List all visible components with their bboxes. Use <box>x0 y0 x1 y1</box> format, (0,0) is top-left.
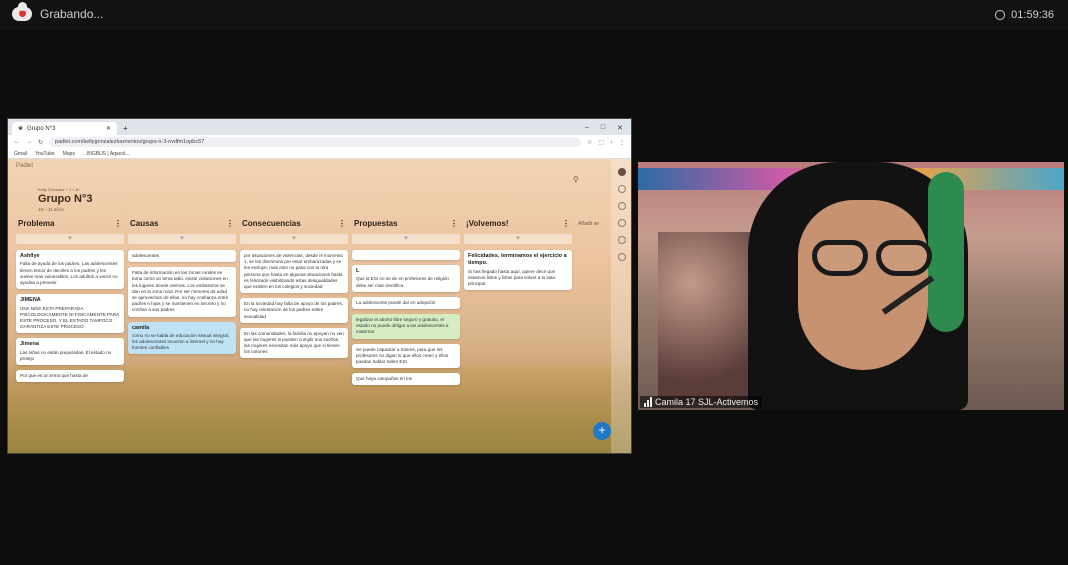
recording-label: Grabando... <box>40 7 104 21</box>
remake-icon[interactable] <box>618 253 626 261</box>
cloud-record-icon <box>12 2 32 21</box>
post-card[interactable]: legalizar el aborto libre seguro y gratu… <box>352 313 460 339</box>
post-card[interactable]: Ashllye Falta de ayuda de los padres. Las… <box>16 250 124 290</box>
post-card[interactable]: Falta de información en las zonas rurale… <box>128 267 236 317</box>
clock-icon <box>995 10 1006 20</box>
address-bar-row: ← → ↻ padlet.com/kellygonzalezbarrientos… <box>8 135 631 149</box>
extensions-icon[interactable]: ⬚ <box>598 139 604 146</box>
signal-strength-icon <box>644 397 652 407</box>
bookmark-maps[interactable]: Maps <box>63 151 75 157</box>
padlet-logo[interactable]: Padlet <box>16 163 33 169</box>
post-card[interactable]: La adolescente puede dar en adopción <box>352 296 460 309</box>
share-icon[interactable] <box>618 202 626 210</box>
bookmarks-bar: Gmail YouTube Maps ...BIGBUS | Aqacol... <box>8 149 631 159</box>
add-column-button[interactable]: Añadir se <box>578 221 599 227</box>
slideshow-icon[interactable] <box>618 236 626 244</box>
post-card[interactable]: En las comunidades, la familia no apoyan… <box>240 327 348 359</box>
column-header[interactable]: Causas ⋮ <box>128 219 236 228</box>
column-header[interactable]: Problema ⋮ <box>16 219 124 228</box>
column-menu-icon: ⋮ <box>562 219 570 228</box>
column-header[interactable]: ¡Volvemos! ⋮ <box>464 219 572 228</box>
add-post-button[interactable]: + <box>240 234 348 244</box>
board-title: Grupo N°3 <box>38 193 93 205</box>
board-subtitle: 18 – 11 años <box>38 207 64 212</box>
window-controls: – □ ✕ <box>577 124 631 135</box>
column-propuestas: Propuestas ⋮ + L Que la ESI no se de en pr… <box>352 219 460 390</box>
column-menu-icon: ⋮ <box>226 219 234 228</box>
participant-image <box>728 162 968 410</box>
participant-name-tag: Camila 17 SJL-Activemos <box>640 396 763 408</box>
reaction-icon[interactable] <box>618 185 626 193</box>
add-post-fab-button[interactable]: + <box>593 422 611 440</box>
add-post-button[interactable]: + <box>352 234 460 244</box>
padlet-side-rail <box>611 159 631 453</box>
add-post-button[interactable]: + <box>16 234 124 244</box>
column-consecuencias: Consecuencias ⋮ + por situaciones de viol… <box>240 219 348 363</box>
forward-icon[interactable]: → <box>26 139 32 145</box>
back-icon[interactable]: ← <box>14 139 20 145</box>
download-icon[interactable]: ↓ <box>610 139 613 145</box>
participant-name: Camila 17 SJL-Activemos <box>655 397 759 407</box>
column-causas: Causas ⋮ + adolescentes Falta de informac… <box>128 219 236 359</box>
post-card[interactable] <box>352 250 460 260</box>
bookmark-gmail[interactable]: Gmail <box>14 151 27 157</box>
meeting-top-bar: Grabando... 01:59:36 <box>0 0 1068 30</box>
column-menu-icon: ⋮ <box>114 219 122 228</box>
user-avatar[interactable] <box>618 168 626 176</box>
reload-icon[interactable]: ↻ <box>38 139 43 146</box>
bookmark-other[interactable]: ...BIGBUS | Aqacol... <box>83 151 129 157</box>
post-card[interactable]: Felicidades, terminamos el ejercicio a t… <box>464 250 572 291</box>
browser-tab[interactable]: ❀ Grupo N°3 ✕ <box>12 122 117 135</box>
meeting-timer: 01:59:36 <box>995 9 1054 21</box>
padlet-favicon-icon: ❀ <box>18 126 24 132</box>
bookmark-star-icon[interactable]: ☆ <box>587 139 592 146</box>
close-tab-icon[interactable]: ✕ <box>106 125 111 132</box>
menu-dots-icon[interactable]: ⋮ <box>619 139 625 146</box>
browser-tab-strip: ❀ Grupo N°3 ✕ + – □ ✕ <box>8 119 631 135</box>
participant-video-tile[interactable]: Camila 17 SJL-Activemos <box>638 162 1064 410</box>
post-card[interactable]: L Que la ESI no se de en profesores de re… <box>352 265 460 292</box>
close-window-icon[interactable]: ✕ <box>617 124 623 132</box>
post-card[interactable]: Se puede capacitar a tutores, para que l… <box>352 343 460 369</box>
bookmark-youtube[interactable]: YouTube <box>35 151 55 157</box>
recording-indicator[interactable]: Grabando... <box>12 2 104 21</box>
post-card[interactable]: por situaciones de violencias, desde el … <box>240 250 348 294</box>
shared-screen-browser: ❀ Grupo N°3 ✕ + – □ ✕ ← → ↻ padlet.com/k… <box>7 118 632 454</box>
column-header[interactable]: Propuestas ⋮ <box>352 219 460 228</box>
column-volvemos: ¡Volvemos! ⋮ + Felicidades, terminamos el… <box>464 219 572 295</box>
add-post-button[interactable]: + <box>464 234 572 244</box>
column-menu-icon: ⋮ <box>338 219 346 228</box>
minimize-icon[interactable]: – <box>585 124 589 132</box>
post-card[interactable]: adolescentes <box>128 250 236 263</box>
column-menu-icon: ⋮ <box>450 219 458 228</box>
column-header[interactable]: Consecuencias ⋮ <box>240 219 348 228</box>
timer-value: 01:59:36 <box>1011 9 1054 21</box>
settings-icon[interactable] <box>618 219 626 227</box>
new-tab-button[interactable]: + <box>117 124 134 135</box>
post-card[interactable]: camila como no se habla de educacion sexu… <box>128 321 236 355</box>
board-author: Kelly Gonzalez + 1 • 1h <box>38 187 80 192</box>
post-card[interactable]: Jimena Las niñas no están preparadas. El … <box>16 338 124 366</box>
tab-title: Grupo N°3 <box>27 125 56 132</box>
post-card[interactable]: JIMENA UNA NIÑA ESTA PREPARADA PSICOLOGIC… <box>16 294 124 334</box>
padlet-board: Padlet Kelly Gonzalez + 1 • 1h Grupo N°3… <box>8 159 631 453</box>
post-card[interactable]: Por que es un tema que hasta de <box>16 370 124 383</box>
post-card[interactable]: En la sociedad hay falta de apoyo de los… <box>240 298 348 323</box>
post-card[interactable]: Que haya campañas en los <box>352 373 460 386</box>
add-post-button[interactable]: + <box>128 234 236 244</box>
url-field[interactable]: padlet.com/kellygonzalezbarrientos/grupo… <box>49 137 581 147</box>
column-problema: Problema ⋮ + Ashllye Falta de ayuda de los… <box>16 219 124 387</box>
search-icon[interactable]: ⚲ <box>573 175 579 184</box>
maximize-icon[interactable]: □ <box>601 124 605 132</box>
